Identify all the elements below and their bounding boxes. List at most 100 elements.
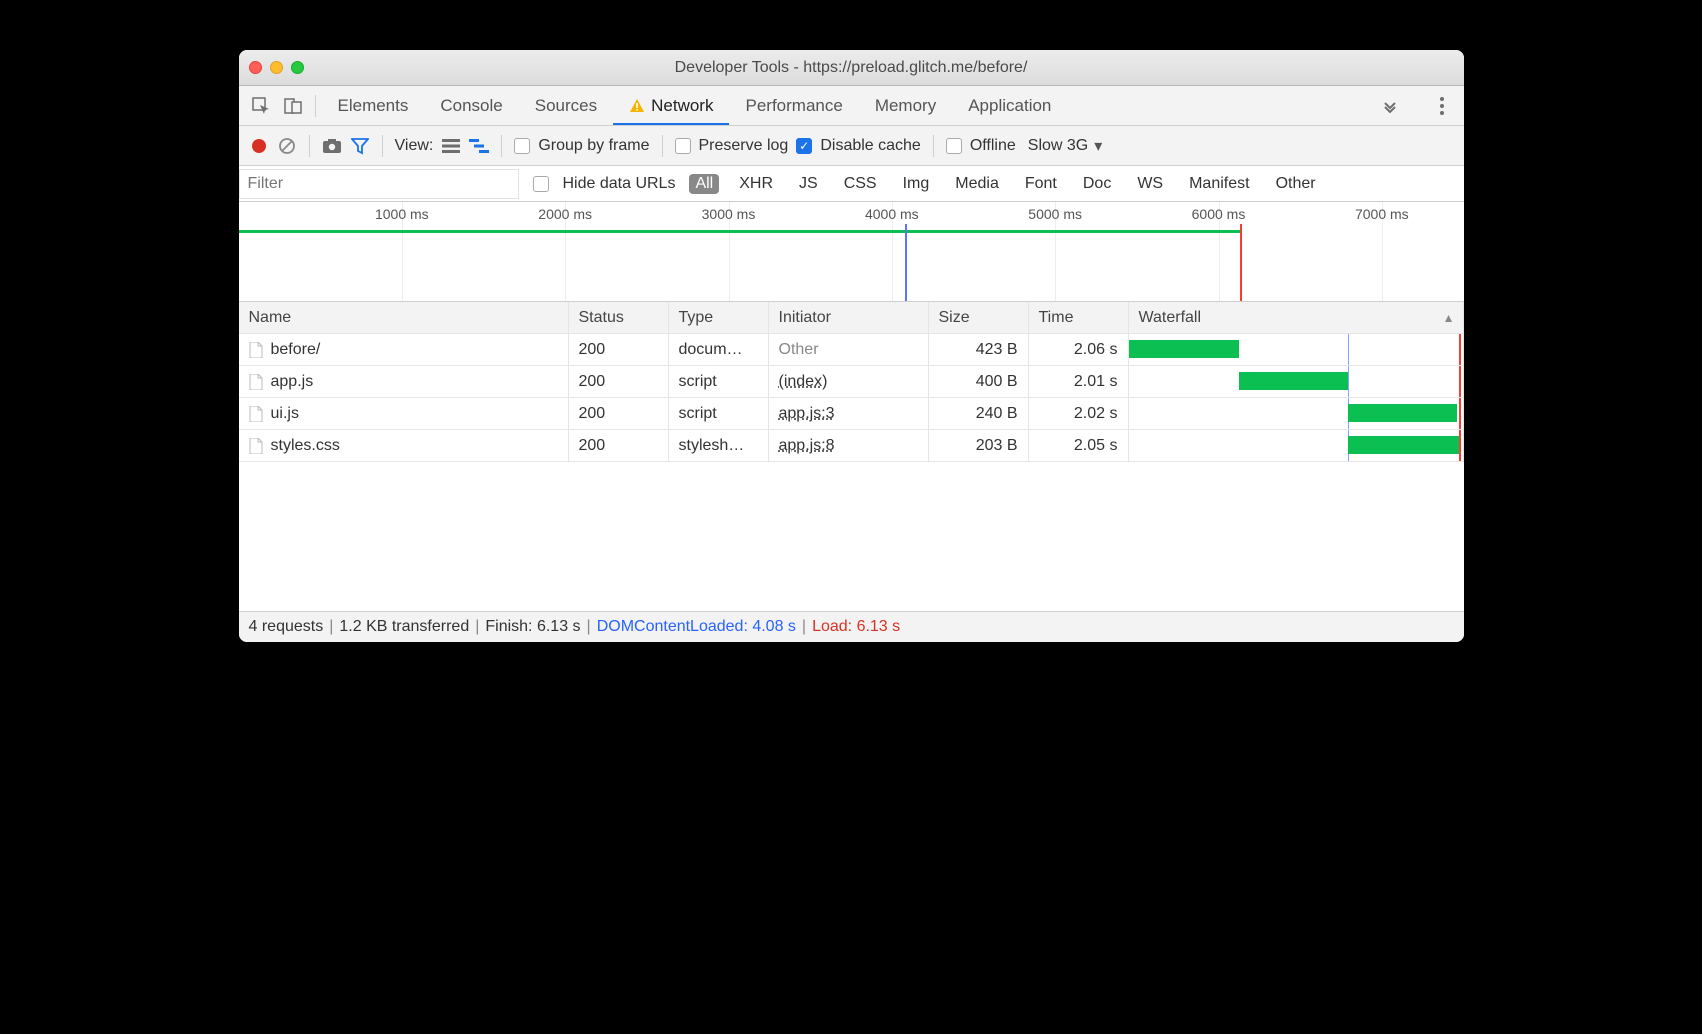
cell-time: 2.05 s <box>1029 430 1129 462</box>
cell-time: 2.02 s <box>1029 398 1129 430</box>
cell-waterfall[interactable] <box>1129 366 1464 398</box>
separator: | <box>587 618 591 636</box>
tab-performance[interactable]: Performance <box>729 86 858 125</box>
cell-status: 200 <box>569 398 669 430</box>
filter-type-other[interactable]: Other <box>1270 174 1322 194</box>
initiator-link[interactable]: app.js:8 <box>779 437 835 455</box>
filter-toggle-icon[interactable] <box>350 136 370 156</box>
filter-type-doc[interactable]: Doc <box>1077 174 1117 194</box>
dcl-marker <box>1348 334 1349 365</box>
table-row-name[interactable]: before/ <box>239 334 569 366</box>
table-row-name[interactable]: ui.js <box>239 398 569 430</box>
tab-memory[interactable]: Memory <box>859 86 952 125</box>
timeline-tick: 2000 ms <box>538 206 592 222</box>
inspect-element-icon[interactable] <box>245 90 277 122</box>
cell-status: 200 <box>569 334 669 366</box>
tab-elements[interactable]: Elements <box>322 86 425 125</box>
view-label: View: <box>395 137 434 155</box>
tab-application[interactable]: Application <box>952 86 1067 125</box>
cell-initiator: Other <box>769 334 929 366</box>
filter-type-manifest[interactable]: Manifest <box>1183 174 1255 194</box>
separator: | <box>802 618 806 636</box>
overflow-tabs-icon[interactable] <box>1374 90 1406 122</box>
throttle-select[interactable]: Slow 3G ▾ <box>1028 136 1103 156</box>
record-button[interactable] <box>249 136 269 156</box>
col-initiator[interactable]: Initiator <box>769 302 929 334</box>
status-requests: 4 requests <box>249 618 324 636</box>
table-row-name[interactable]: app.js <box>239 366 569 398</box>
request-name: before/ <box>271 341 321 359</box>
col-label: Time <box>1039 309 1074 327</box>
file-icon <box>249 374 263 390</box>
cell-waterfall[interactable] <box>1129 430 1464 462</box>
filter-type-css[interactable]: CSS <box>838 174 883 194</box>
separator: | <box>329 618 333 636</box>
capture-screenshots-icon[interactable] <box>322 136 342 156</box>
initiator-link[interactable]: app.js:3 <box>779 405 835 423</box>
group-by-frame-checkbox[interactable] <box>514 138 530 154</box>
filter-type-all[interactable]: All <box>689 174 719 194</box>
warning-icon <box>629 98 645 114</box>
filter-type-media[interactable]: Media <box>949 174 1005 194</box>
tab-console[interactable]: Console <box>424 86 518 125</box>
filter-type-xhr[interactable]: XHR <box>733 174 779 194</box>
hide-data-urls-checkbox[interactable] <box>533 176 549 192</box>
cell-initiator: app.js:8 <box>769 430 929 462</box>
chevron-down-icon: ▾ <box>1094 136 1102 156</box>
device-toolbar-icon[interactable] <box>277 90 309 122</box>
cell-size: 400 B <box>929 366 1029 398</box>
disable-cache-checkbox[interactable] <box>796 138 812 154</box>
timeline-tick: 3000 ms <box>702 206 756 222</box>
status-load: Load: 6.13 s <box>812 618 900 636</box>
disable-cache-label: Disable cache <box>820 137 921 155</box>
col-status[interactable]: Status <box>569 302 669 334</box>
filter-type-js[interactable]: JS <box>793 174 824 194</box>
view-waterfall-icon[interactable] <box>469 136 489 156</box>
filter-type-font[interactable]: Font <box>1019 174 1063 194</box>
tab-label: Performance <box>745 96 842 116</box>
col-name[interactable]: Name <box>239 302 569 334</box>
col-size[interactable]: Size <box>929 302 1029 334</box>
view-large-icon[interactable] <box>441 136 461 156</box>
initiator-text: Other <box>779 341 819 359</box>
timeline-tick: 4000 ms <box>865 206 919 222</box>
request-name: ui.js <box>271 405 299 423</box>
tab-label: Memory <box>875 96 936 116</box>
tab-network[interactable]: Network <box>613 86 729 125</box>
col-time[interactable]: Time <box>1029 302 1129 334</box>
cell-waterfall[interactable] <box>1129 398 1464 430</box>
col-type[interactable]: Type <box>669 302 769 334</box>
tab-label: Elements <box>338 96 409 116</box>
offline-checkbox[interactable] <box>946 138 962 154</box>
filter-type-ws[interactable]: WS <box>1131 174 1169 194</box>
initiator-link[interactable]: (index) <box>779 373 828 391</box>
sort-asc-icon: ▲ <box>1443 311 1455 325</box>
kebab-menu-icon[interactable] <box>1426 90 1458 122</box>
load-marker <box>1459 334 1461 365</box>
timeline-tick: 7000 ms <box>1355 206 1409 222</box>
cell-size: 240 B <box>929 398 1029 430</box>
clear-icon[interactable] <box>277 136 297 156</box>
separator: | <box>475 618 479 636</box>
timeline-overview[interactable]: 1000 ms2000 ms3000 ms4000 ms5000 ms6000 … <box>239 202 1464 302</box>
timeline-tick: 5000 ms <box>1028 206 1082 222</box>
tab-label: Application <box>968 96 1051 116</box>
devtools-window: Developer Tools - https://preload.glitch… <box>239 50 1464 642</box>
table-row-name[interactable]: styles.css <box>239 430 569 462</box>
filter-type-img[interactable]: Img <box>897 174 936 194</box>
tab-sources[interactable]: Sources <box>519 86 613 125</box>
col-waterfall[interactable]: Waterfall▲ <box>1129 302 1464 334</box>
file-icon <box>249 438 263 454</box>
cell-type: stylesh… <box>669 430 769 462</box>
maximize-icon[interactable] <box>291 61 304 74</box>
cell-time: 2.06 s <box>1029 334 1129 366</box>
cell-waterfall[interactable] <box>1129 334 1464 366</box>
close-icon[interactable] <box>249 61 262 74</box>
filter-input[interactable] <box>239 169 519 199</box>
minimize-icon[interactable] <box>270 61 283 74</box>
status-bar: 4 requests | 1.2 KB transferred | Finish… <box>239 612 1464 642</box>
cell-initiator: app.js:3 <box>769 398 929 430</box>
file-icon <box>249 406 263 422</box>
preserve-log-checkbox[interactable] <box>675 138 691 154</box>
window-title: Developer Tools - https://preload.glitch… <box>239 59 1464 77</box>
